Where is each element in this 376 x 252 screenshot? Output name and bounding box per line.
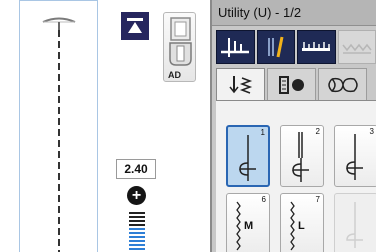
stitch-letter: M [244,220,254,232]
decorative-stitches-icon [342,43,372,54]
stitch-preview-panel: AD 2.40 + [0,0,210,252]
stitch-selection-panel: Utility (U) - 1/2 1 2 3 6 M 7 L [210,0,376,252]
subcategory-tabs [216,68,376,101]
tab-decorative[interactable] [318,68,367,100]
presser-foot-icon [169,17,192,66]
stitch-letter: L [298,220,305,232]
width-scale-icon [129,212,145,252]
stitch-cell-3[interactable]: 3 [334,125,376,187]
stitch-cell-6[interactable]: 6 M [226,193,270,252]
stitch-preview-frame [19,0,98,252]
tab-straight-stitches[interactable] [216,68,265,101]
needle-up-position-button[interactable] [121,12,149,40]
stitch-cell-1[interactable]: 1 [226,125,270,187]
decorative-tab-icon [327,77,358,92]
presser-foot-code: AD [168,70,181,80]
tab-decorative-stitches[interactable] [337,30,376,64]
increase-width-button[interactable]: + [127,186,146,205]
panel-title: Utility (U) - 1/2 [212,0,376,26]
needle-up-icon [127,18,143,33]
triple-stitch-icon [346,134,363,180]
tab-needle[interactable] [256,30,295,64]
stitch-cell-7[interactable]: 7 L [280,193,324,252]
ruler-icon [302,42,331,51]
tab-utility-stitches[interactable] [216,30,255,64]
stitch-cell-disabled[interactable] [334,193,376,252]
presser-foot-button[interactable]: AD [163,12,196,82]
stitch-grid: 1 2 3 6 M 7 L [216,100,376,252]
stitch-cell-2[interactable]: 2 [280,125,324,187]
tab-ruler[interactable] [297,30,336,64]
straight-stitch-line [58,30,60,252]
utility-stitches-icon [221,38,250,57]
buttonhole-tab-icon [278,75,304,94]
straight-stitch-icon [239,135,256,181]
category-tabs [216,30,376,64]
straight-stitch-tab-icon [228,76,252,94]
tab-buttonholes[interactable] [267,68,316,100]
presser-foot-outline-icon [42,17,76,30]
straight-stitch-left-icon [292,132,309,182]
stitch-width-value: 2.40 [116,159,156,179]
needle-icon [267,36,284,58]
disabled-stitch-icon [346,202,363,248]
